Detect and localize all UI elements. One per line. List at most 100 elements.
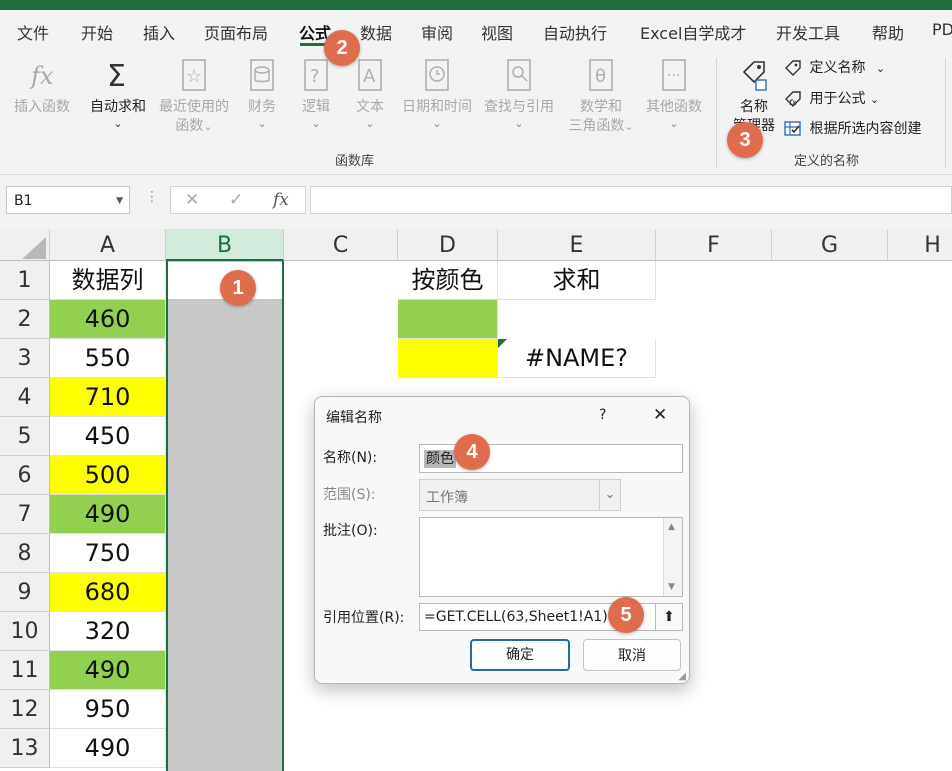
scroll-down-icon[interactable]: ▼ (668, 582, 675, 592)
insert-function-icon[interactable]: fx (273, 190, 289, 210)
name-label: 名称(N): (323, 450, 378, 466)
tab-data[interactable]: 数据 (360, 20, 392, 44)
cell-a7[interactable]: 490 (50, 495, 166, 534)
help-button[interactable]: ? (599, 407, 606, 423)
tab-pdf[interactable]: PD (932, 20, 952, 39)
create-from-selection-button[interactable]: 根据所选内容创建 (784, 117, 921, 141)
tab-view[interactable]: 视图 (481, 20, 513, 44)
ok-button[interactable]: 确定 (470, 639, 570, 671)
svg-text:?: ? (310, 66, 320, 87)
close-icon[interactable]: ✕ (653, 405, 667, 425)
cell-a1[interactable]: 数据列 (50, 261, 166, 300)
cell-a10[interactable]: 320 (50, 612, 166, 651)
name-box[interactable]: B1 ▼ (6, 186, 130, 214)
column-header-c[interactable]: C (284, 229, 398, 261)
cell-a2[interactable]: 460 (50, 300, 166, 339)
scrollbar[interactable]: ▲ ▼ (663, 518, 682, 596)
cell-a13[interactable]: 490 (50, 729, 166, 768)
name-field-value: 颜色 (424, 450, 456, 468)
row-header-4[interactable]: 4 (0, 378, 50, 417)
enter-icon[interactable]: ✓ (229, 190, 243, 210)
cell-d3[interactable] (398, 339, 498, 378)
column-header-f[interactable]: F (656, 229, 772, 261)
tab-page-layout[interactable]: 页面布局 (204, 20, 268, 44)
column-header-e[interactable]: E (498, 229, 656, 261)
tab-automate[interactable]: 自动执行 (543, 20, 607, 44)
tab-home[interactable]: 开始 (81, 20, 113, 44)
row-header-12[interactable]: 12 (0, 690, 50, 729)
cell-a12[interactable]: 950 (50, 690, 166, 729)
more-functions-button[interactable]: ··· 其他函数 ⌄ (642, 58, 706, 131)
financial-label: 财务 (248, 99, 276, 115)
row-header-13[interactable]: 13 (0, 729, 50, 768)
cell-a11[interactable]: 490 (50, 651, 166, 690)
cell-d2[interactable] (398, 300, 498, 339)
row-header-3[interactable]: 3 (0, 339, 50, 378)
resize-grip-icon[interactable]: ◢ (678, 671, 686, 682)
lookup-reference-button[interactable]: 查找与引用 ⌄ (480, 58, 558, 131)
scroll-up-icon[interactable]: ▲ (668, 522, 675, 532)
column-header-h[interactable]: H (888, 229, 952, 261)
row-header-5[interactable]: 5 (0, 417, 50, 456)
cancel-button[interactable]: 取消 (583, 639, 681, 671)
cell-e1[interactable]: 求和 (498, 261, 656, 300)
cancel-icon[interactable]: ✕ (185, 190, 199, 210)
lookup-reference-label: 查找与引用 (484, 99, 554, 115)
row-header-9[interactable]: 9 (0, 573, 50, 612)
cell-a3[interactable]: 550 (50, 339, 166, 378)
grid-check-icon (784, 121, 801, 136)
use-in-formula-button[interactable]: fx 用于公式 ⌄ (784, 87, 879, 111)
row-header-10[interactable]: 10 (0, 612, 50, 651)
date-time-button[interactable]: 日期和时间 ⌄ (398, 58, 476, 131)
scope-select[interactable]: 工作簿 ⌄ (419, 479, 621, 511)
vertical-dots-icon: ⋮ (145, 189, 159, 205)
svg-text:fx: fx (29, 62, 54, 90)
tab-developer[interactable]: 开发工具 (776, 20, 840, 44)
cell-a5[interactable]: 450 (50, 417, 166, 456)
row-header-1[interactable]: 1 (0, 261, 50, 300)
chevron-down-icon: ⌄ (365, 117, 375, 130)
row-header-7[interactable]: 7 (0, 495, 50, 534)
collapse-dialog-icon[interactable]: ⬆ (655, 604, 682, 630)
chevron-down-icon[interactable]: ⌄ (599, 480, 620, 510)
tab-insert[interactable]: 插入 (143, 20, 175, 44)
svg-text:θ: θ (595, 66, 606, 87)
row-header-11[interactable]: 11 (0, 651, 50, 690)
cell-a4[interactable]: 710 (50, 378, 166, 417)
row-header-6[interactable]: 6 (0, 456, 50, 495)
financial-button[interactable]: 财务 ⌄ (240, 58, 284, 131)
column-header-d[interactable]: D (398, 229, 498, 261)
cell-d1[interactable]: 按颜色 (398, 261, 498, 300)
cell-a9[interactable]: 680 (50, 573, 166, 612)
define-name-button[interactable]: 定义名称 ⌄ (784, 56, 885, 80)
dropdown-arrow-icon[interactable]: ▼ (116, 187, 123, 215)
math-trig-button[interactable]: θ 数学和 三角函数⌄ (562, 58, 640, 136)
star-book-icon: ☆ (182, 59, 206, 91)
magnifier-book-icon (507, 59, 531, 91)
recently-used-button[interactable]: ☆ 最近使用的 函数⌄ (154, 58, 234, 136)
comment-textarea[interactable]: ▲ ▼ (419, 517, 683, 597)
tab-review[interactable]: 审阅 (421, 20, 453, 44)
row-header-2[interactable]: 2 (0, 300, 50, 339)
column-header-a[interactable]: A (50, 229, 166, 261)
column-header-b[interactable]: B (166, 229, 284, 261)
formula-bar: B1 ▼ ⋮ ✕ ✓ fx (0, 175, 952, 229)
more-functions-label: 其他函数 (646, 99, 702, 115)
autosum-button[interactable]: Σ 自动求和 ⌄ (84, 58, 152, 131)
column-header-g[interactable]: G (772, 229, 888, 261)
select-all-corner[interactable] (0, 229, 50, 261)
cell-e3[interactable]: #NAME? (498, 339, 656, 378)
cell-a8[interactable]: 750 (50, 534, 166, 573)
cell-a6[interactable]: 500 (50, 456, 166, 495)
tag-small-icon (785, 60, 801, 76)
more-book-icon: ··· (662, 59, 686, 91)
chevron-down-icon: ⌄ (432, 117, 442, 130)
text-functions-button[interactable]: A 文本 ⌄ (348, 58, 392, 131)
logical-button[interactable]: ? 逻辑 ⌄ (294, 58, 338, 131)
tab-help[interactable]: 帮助 (872, 20, 904, 44)
insert-function-button[interactable]: fx 插入函数 (8, 58, 76, 117)
formula-input[interactable] (310, 186, 952, 214)
tab-file[interactable]: 文件 (17, 20, 49, 44)
row-header-8[interactable]: 8 (0, 534, 50, 573)
tab-excel-learn[interactable]: Excel自学成才 (640, 20, 746, 44)
